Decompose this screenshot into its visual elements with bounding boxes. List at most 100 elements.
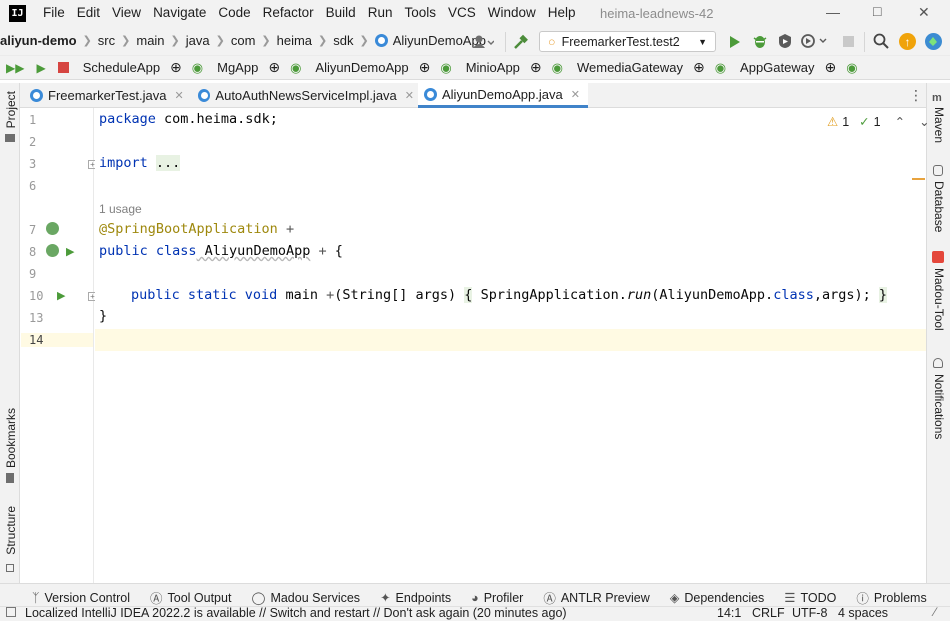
breadcrumb-java[interactable]: java (186, 33, 210, 48)
debug-bug-icon[interactable]: ◉ (290, 60, 301, 76)
menu-help[interactable]: Help (548, 5, 576, 20)
add-icon[interactable]: + (286, 221, 294, 237)
breadcrumb-module[interactable]: aliyun-demo (0, 33, 77, 48)
close-tab-icon[interactable]: ✕ (174, 89, 183, 102)
jetbrains-logo-icon[interactable] (925, 33, 942, 50)
menu-code[interactable]: Code (218, 5, 250, 20)
status-message[interactable]: Localized IntelliJ IDEA 2022.2 is availa… (25, 606, 567, 620)
stop-icon[interactable] (57, 62, 69, 73)
debug-bug-icon[interactable]: ◉ (440, 60, 451, 76)
add-icon[interactable]: + (318, 243, 326, 259)
scrollbar-warning-marker[interactable] (912, 178, 925, 180)
debug-bug-icon[interactable]: ◉ (846, 60, 857, 76)
service-appgateway[interactable]: AppGateway (740, 60, 814, 75)
chevron-down-icon[interactable]: ⌄ (919, 114, 929, 129)
tool-madou-services[interactable]: Madou Services (270, 591, 360, 605)
caret-position[interactable]: 14:1 (717, 606, 741, 620)
status-toggle-icon[interactable] (6, 607, 16, 617)
tab-freemarkertest[interactable]: FreemarkerTest.java ✕ (24, 83, 190, 108)
close-tab-icon[interactable]: ✕ (405, 89, 414, 102)
tool-todo[interactable]: TODO (801, 591, 837, 605)
usage-hint[interactable]: 1 usage (99, 202, 142, 216)
tool-maven[interactable]: Maven (932, 107, 946, 143)
tool-madou[interactable]: Madou-Tool (932, 268, 946, 331)
run-gutter-icon[interactable]: ▶ (66, 245, 74, 258)
search-icon[interactable] (873, 33, 889, 49)
close-icon[interactable]: ✕ (918, 4, 930, 21)
tool-database[interactable]: Database (932, 181, 946, 232)
menu-edit[interactable]: Edit (77, 5, 100, 20)
menu-build[interactable]: Build (326, 5, 356, 20)
service-wemediagateway[interactable]: WemediaGateway (577, 60, 683, 75)
run-icon[interactable] (728, 34, 742, 50)
breadcrumb-sdk[interactable]: sdk (333, 33, 353, 48)
breadcrumb-src[interactable]: src (98, 33, 115, 48)
service-minioapp[interactable]: MinioApp (466, 60, 520, 75)
inspection-widget[interactable]: ⚠ 1 ✓ 1 ⌃ ⌄ (827, 114, 930, 130)
menu-tools[interactable]: Tools (404, 5, 436, 20)
update-arrow-icon[interactable]: ↑ (899, 33, 916, 50)
crosshair-icon[interactable]: ⊕ (693, 59, 705, 76)
code-editor[interactable]: package com.heima.sdk; import ... 1 usag… (95, 108, 930, 583)
run-configuration-select[interactable]: ○ FreemarkerTest.test2 ▼ (539, 31, 716, 52)
run-gutter-icon[interactable]: ▶ (57, 289, 65, 302)
debug-bug-icon[interactable]: ◉ (192, 60, 203, 76)
spring-bean-icon[interactable] (46, 244, 59, 257)
service-aliyundemoapp[interactable]: AliyunDemoApp (315, 60, 408, 75)
crosshair-icon[interactable]: ⊕ (268, 59, 280, 76)
crosshair-icon[interactable]: ⊕ (530, 59, 542, 76)
crosshair-icon[interactable]: ⊕ (170, 59, 182, 76)
close-tab-icon[interactable]: ✕ (571, 88, 580, 101)
debug-bug-icon[interactable]: ◉ (552, 60, 563, 76)
file-encoding[interactable]: UTF-8 (792, 606, 827, 620)
tool-endpoints[interactable]: Endpoints (396, 591, 452, 605)
indent-setting[interactable]: 4 spaces (838, 606, 888, 620)
tool-antlr-preview[interactable]: ANTLR Preview (561, 591, 650, 605)
service-scheduleapp[interactable]: ScheduleApp (83, 60, 160, 75)
tool-bookmarks[interactable]: Bookmarks (4, 408, 18, 468)
profile-icon[interactable] (800, 33, 828, 49)
tab-autoauthnewsserviceimpl[interactable]: AutoAuthNewsServiceImpl.java ✕ (192, 83, 414, 108)
coverage-icon[interactable] (777, 33, 793, 49)
tool-notifications[interactable]: Notifications (932, 374, 946, 439)
maximize-icon[interactable]: □ (873, 3, 881, 19)
menu-refactor[interactable]: Refactor (263, 5, 314, 20)
run-icon[interactable]: ▶ (36, 61, 45, 75)
minimize-icon[interactable]: — (826, 4, 840, 20)
breadcrumb-com[interactable]: com (231, 33, 256, 48)
tool-version-control[interactable]: Version Control (45, 591, 130, 605)
service-mgapp[interactable]: MgApp (217, 60, 258, 75)
lock-icon[interactable]: ∕ (934, 605, 936, 619)
menu-file[interactable]: File (43, 5, 65, 20)
debug-icon[interactable] (752, 33, 768, 49)
line-separator[interactable]: CRLF (752, 606, 785, 620)
run-all-icon[interactable]: ▶▶ (6, 61, 24, 75)
tool-structure[interactable]: Structure (4, 506, 18, 555)
menu-vcs[interactable]: VCS (448, 5, 476, 20)
stop-icon[interactable] (843, 36, 854, 47)
breadcrumb-main[interactable]: main (136, 33, 164, 48)
tool-profiler[interactable]: Profiler (484, 591, 524, 605)
debug-bug-icon[interactable]: ◉ (715, 60, 726, 76)
tool-dependencies[interactable]: Dependencies (684, 591, 764, 605)
tool-problems[interactable]: Problems (874, 591, 927, 605)
crosshair-icon[interactable]: ⊕ (419, 59, 431, 76)
add-icon[interactable]: + (326, 287, 334, 303)
code-line-13: } (99, 308, 108, 324)
user-icon[interactable] (470, 34, 496, 50)
chevron-up-icon[interactable]: ⌃ (895, 114, 905, 129)
tab-aliyundemoapp[interactable]: AliyunDemoApp.java ✕ (418, 83, 588, 108)
menu-view[interactable]: View (112, 5, 141, 20)
build-hammer-icon[interactable] (512, 34, 528, 50)
menu-navigate[interactable]: Navigate (153, 5, 206, 20)
tool-project[interactable]: Project (4, 91, 18, 128)
line-number: 13 (29, 311, 44, 325)
menu-window[interactable]: Window (488, 5, 536, 20)
more-tabs-icon[interactable]: ⋮ (909, 87, 923, 104)
spring-bean-icon[interactable] (46, 222, 59, 235)
folded-imports[interactable]: ... (155, 155, 181, 171)
menu-run[interactable]: Run (368, 5, 393, 20)
crosshair-icon[interactable]: ⊕ (824, 59, 836, 76)
breadcrumb-heima[interactable]: heima (277, 33, 312, 48)
tool-output[interactable]: Tool Output (168, 591, 232, 605)
